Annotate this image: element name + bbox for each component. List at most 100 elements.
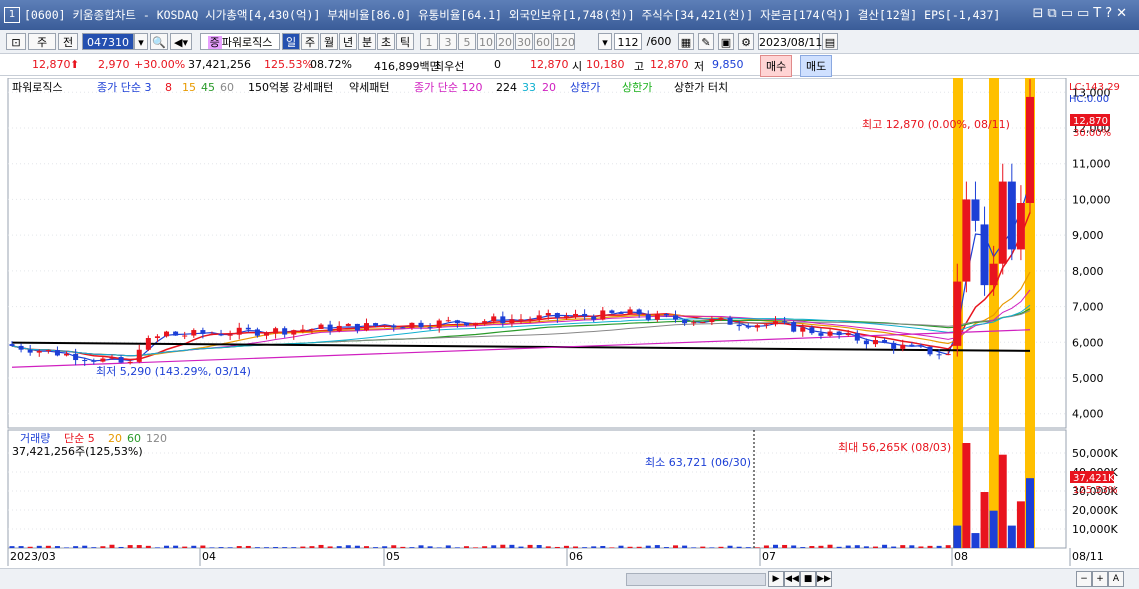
candle-body	[82, 360, 88, 362]
period-all-button[interactable]: 전	[58, 33, 78, 50]
period-3-button[interactable]: 년	[339, 33, 357, 50]
zoom-in-button[interactable]: +	[1092, 571, 1108, 587]
volume-bar	[989, 510, 998, 548]
volume-bar	[345, 545, 351, 548]
volume-bar	[527, 544, 533, 548]
legend-ma-label: 종가 단순 3	[97, 81, 151, 94]
candle-body	[745, 326, 751, 328]
zoom-icon[interactable]: ▦	[678, 33, 694, 50]
layout-icon[interactable]: ⊡	[6, 33, 26, 50]
period-1-button[interactable]: 주	[301, 33, 319, 50]
volume-bar	[500, 544, 506, 548]
buy-button[interactable]: 매수	[760, 55, 793, 77]
candle-body	[818, 333, 824, 336]
period-main-select[interactable]: 주	[28, 33, 56, 50]
candle-body	[191, 330, 197, 336]
candle-body	[573, 313, 579, 317]
price-axis-label: 9,000	[1072, 229, 1104, 242]
window-controls[interactable]: ⊟⧉▭▭T?✕	[1033, 6, 1131, 21]
period-6-button[interactable]: 틱	[396, 33, 414, 50]
sound-icon[interactable]: ◀▾	[170, 33, 192, 50]
volume-bar	[609, 547, 615, 548]
volume: 37,421,256	[188, 58, 251, 71]
volume-bar	[998, 454, 1007, 548]
settings-icon[interactable]: ⚙	[738, 33, 754, 50]
candle-body	[482, 321, 488, 323]
candle-body	[318, 324, 324, 330]
volume-bar	[27, 546, 33, 548]
candle-body	[363, 323, 369, 331]
candle-body	[962, 199, 971, 282]
candle-body	[391, 325, 397, 328]
candle-body	[1026, 96, 1034, 203]
search-icon[interactable]: 🔍	[150, 33, 168, 50]
volume-bar	[254, 547, 260, 548]
candle-body	[209, 333, 215, 335]
volume-bar	[700, 546, 706, 548]
interval-3-button[interactable]: 3	[439, 33, 457, 50]
volume-bar	[482, 546, 488, 548]
stock-code-input[interactable]: 047310	[82, 33, 134, 50]
volume-high-annotation: 최대 56,265K (08/03)	[838, 441, 951, 454]
last-price-pct: 30.00%	[1073, 128, 1111, 139]
play-back-button[interactable]: ◀◀	[784, 571, 800, 587]
price-axis-label: 6,000	[1072, 336, 1104, 349]
interval-30-button[interactable]: 30	[515, 33, 533, 50]
legend-limit-up: 상한가	[570, 81, 600, 94]
volume-bar	[227, 547, 233, 548]
period-2-button[interactable]: 월	[320, 33, 338, 50]
candle-body	[845, 333, 851, 336]
volume-bar	[962, 443, 971, 548]
tool-icon[interactable]: ✎	[698, 33, 714, 50]
interval-120-button[interactable]: 120	[553, 33, 575, 50]
candle-body	[18, 345, 24, 350]
play-forward-button[interactable]: ▶▶	[816, 571, 832, 587]
period-4-button[interactable]: 분	[358, 33, 376, 50]
volume-bar	[309, 546, 315, 548]
volume-bar	[980, 492, 989, 548]
interval-60-button[interactable]: 60	[534, 33, 552, 50]
chart-scrollbar[interactable]: ▶ ◀◀ ■ ▶▶ − + A	[0, 568, 1139, 589]
period-0-button[interactable]: 일	[282, 33, 300, 50]
volume-bar	[536, 545, 542, 548]
count-input[interactable]: 112	[614, 33, 642, 50]
pref-value: 0	[494, 58, 501, 71]
interval-20-button[interactable]: 20	[496, 33, 514, 50]
zoom-out-button[interactable]: −	[1076, 571, 1092, 587]
period-5-button[interactable]: 초	[377, 33, 395, 50]
candle-body	[691, 322, 697, 324]
candle-body	[445, 320, 451, 322]
code-dropdown-icon[interactable]: ▾	[134, 33, 148, 50]
volume-bar	[282, 547, 288, 548]
zoom-reset-button[interactable]: A	[1108, 571, 1124, 587]
scroll-thumb[interactable]	[626, 573, 766, 586]
volume-bar	[1016, 501, 1025, 548]
interval-10-button[interactable]: 10	[477, 33, 495, 50]
candle-body	[145, 338, 151, 350]
legend-limit-touch: 상한가 터치	[674, 81, 728, 94]
time-axis-label: 2023/03	[10, 550, 56, 563]
legend-ma-15: 15	[182, 81, 196, 94]
interval-5-button[interactable]: 5	[458, 33, 476, 50]
candle-body	[863, 340, 869, 345]
date-input[interactable]: 2023/08/11	[758, 33, 822, 50]
time-axis-label: 08/11	[1072, 550, 1104, 563]
candle-body	[64, 353, 70, 356]
price-volume-chart[interactable]: 13,00012,00011,00010,0009,0008,0007,0006…	[0, 78, 1139, 568]
candle-body	[91, 360, 97, 362]
interval-dropdown-icon[interactable]: ▾	[598, 33, 612, 50]
sell-button[interactable]: 매도	[800, 55, 833, 77]
calendar-icon[interactable]: ▤	[822, 33, 838, 50]
scroll-right-button[interactable]: ▶	[768, 571, 784, 587]
limit-up-band	[989, 78, 999, 548]
candle-body	[654, 314, 660, 320]
candle-body	[773, 321, 778, 325]
legend-ma2-33: 33	[522, 81, 536, 94]
stop-button[interactable]: ■	[800, 571, 816, 587]
volume-legend-ma-20: 20	[108, 432, 122, 445]
volume-bar	[18, 546, 24, 548]
save-icon[interactable]: ▣	[718, 33, 734, 50]
volume-bar	[882, 544, 888, 548]
chart-toolbar: ⊡ 주 전 047310 ▾ 🔍 ◀▾ 증 파워로직스 ▾ 112 /600 ▦ …	[0, 30, 1139, 54]
interval-1-button[interactable]: 1	[420, 33, 438, 50]
